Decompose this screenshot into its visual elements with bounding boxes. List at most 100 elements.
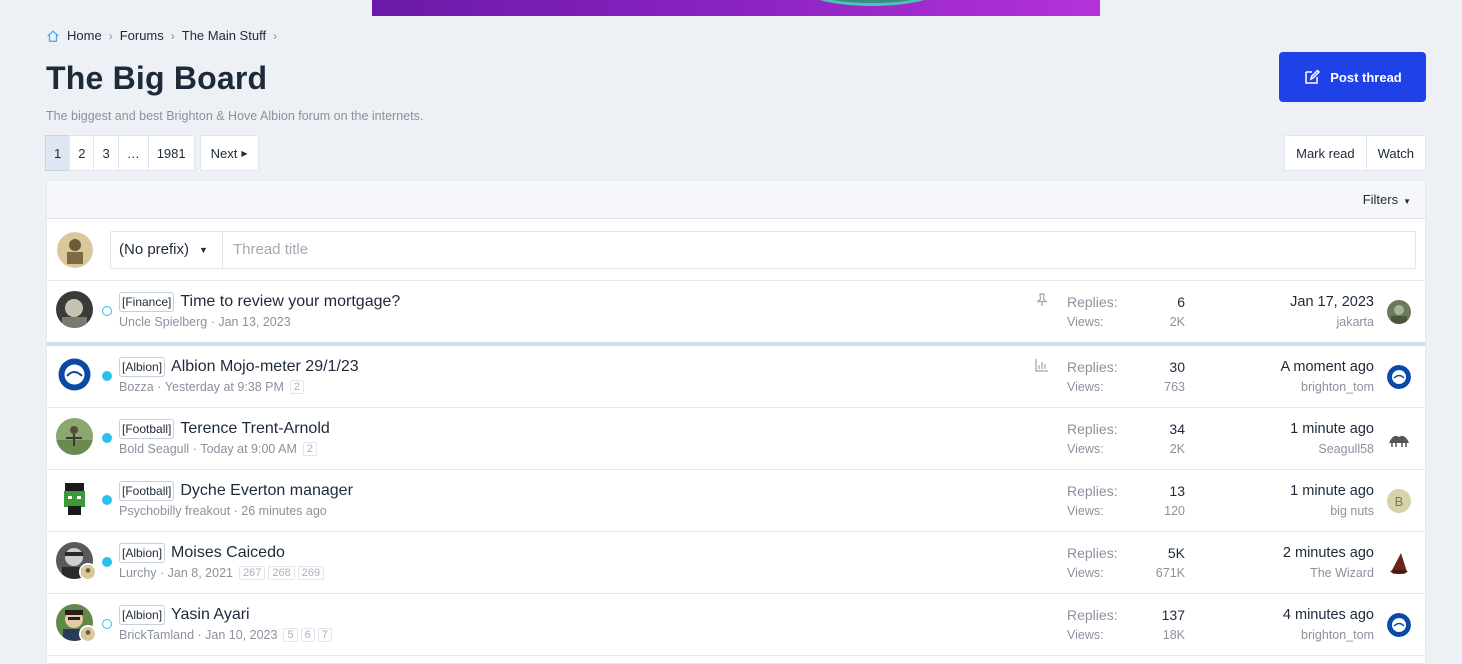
last-post-time[interactable]: 1 minute ago <box>1290 419 1374 439</box>
page-1[interactable]: 1 <box>45 135 71 171</box>
last-post: Jan 17, 2023 jakarta <box>1290 292 1374 332</box>
thread-row[interactable]: [Albion] Yasin Ayari BrickTamland · Jan … <box>47 594 1425 656</box>
thread-row[interactable]: [Finance] Time to review your mortgage? … <box>47 281 1425 346</box>
thread-title[interactable]: Dyche Everton manager <box>180 482 353 500</box>
unread-status-dot <box>102 557 112 567</box>
replies-label: Replies: <box>1067 483 1118 499</box>
read-status-dot <box>102 619 112 629</box>
last-post-user[interactable]: brighton_tom <box>1281 377 1374 397</box>
thread-title[interactable]: Time to review your mortgage? <box>180 293 400 311</box>
page-3[interactable]: 3 <box>93 135 119 171</box>
avatar <box>56 418 93 455</box>
last-post-time[interactable]: Jan 17, 2023 <box>1290 292 1374 312</box>
last-post: 2 minutes ago The Wizard <box>1283 543 1374 583</box>
last-post-user[interactable]: big nuts <box>1290 501 1374 521</box>
page-link[interactable]: 268 <box>268 566 295 580</box>
thread-date[interactable]: Jan 8, 2021 <box>168 566 233 580</box>
page-link[interactable]: 6 <box>300 628 315 642</box>
thread-date[interactable]: 26 minutes ago <box>241 504 326 518</box>
page-ellipsis[interactable]: … <box>117 135 149 171</box>
thread-author[interactable]: Bold Seagull <box>119 442 189 456</box>
chevron-right-icon: › <box>108 28 113 43</box>
page-link[interactable]: 267 <box>238 566 266 580</box>
views-label: Views: <box>1067 315 1104 329</box>
thread-prefix[interactable]: [Albion] <box>119 605 166 625</box>
last-post-time[interactable]: A moment ago <box>1281 357 1375 377</box>
watch-button[interactable]: Watch <box>1365 135 1426 171</box>
thread-prefix[interactable]: [Football] <box>119 419 175 439</box>
thread-prefix[interactable]: [Football] <box>119 481 175 501</box>
page-link[interactable]: 2 <box>289 380 305 394</box>
avatar <box>56 356 93 393</box>
mark-read-button[interactable]: Mark read <box>1284 135 1367 171</box>
replies-label: Replies: <box>1067 294 1118 310</box>
last-post-user[interactable]: jakarta <box>1290 312 1374 332</box>
thread-author[interactable]: Uncle Spielberg <box>119 315 207 329</box>
next-page-button[interactable]: Next ▶ <box>199 135 259 171</box>
page-description: The biggest and best Brighton & Hove Alb… <box>46 109 424 123</box>
avatar-initial: B <box>1394 493 1404 509</box>
avatar[interactable] <box>1387 551 1411 575</box>
avatar[interactable] <box>1387 427 1411 451</box>
post-thread-button[interactable]: Post thread <box>1279 52 1426 102</box>
thread-author[interactable]: Psychobilly freakout <box>119 504 230 518</box>
ad-banner[interactable] <box>372 0 1100 16</box>
avatar[interactable] <box>1387 300 1411 324</box>
edit-icon <box>1305 69 1321 84</box>
avatar[interactable]: B <box>1387 489 1411 513</box>
thread-author[interactable]: Lurchy <box>119 566 157 580</box>
page-link[interactable]: 5 <box>283 628 298 642</box>
thread-title[interactable]: Moises Caicedo <box>171 544 285 562</box>
thread-date[interactable]: Jan 13, 2023 <box>218 315 290 329</box>
filters-button[interactable]: Filters ▼ <box>1363 192 1411 207</box>
breadcrumb-home[interactable]: Home <box>46 28 102 43</box>
breadcrumb-main-stuff[interactable]: The Main Stuff <box>182 28 266 43</box>
thread-stats: Replies: 137 Views: 18K <box>1067 605 1185 645</box>
thread-row[interactable]: [Albion] Moises Caicedo Lurchy · Jan 8, … <box>47 532 1425 594</box>
last-post-time[interactable]: 1 minute ago <box>1290 481 1374 501</box>
last-post-user[interactable]: The Wizard <box>1283 563 1374 583</box>
last-post-time[interactable]: 4 minutes ago <box>1283 605 1374 625</box>
thread-pages: 267 268 269 <box>238 566 327 580</box>
replies-label: Replies: <box>1067 359 1118 375</box>
thread-date[interactable]: Jan 10, 2023 <box>205 628 277 642</box>
quick-thread-form: (No prefix) ▼ <box>47 219 1425 281</box>
thread-date[interactable]: Today at 9:00 AM <box>200 442 297 456</box>
page-link[interactable]: 7 <box>317 628 332 642</box>
thread-prefix[interactable]: [Albion] <box>119 357 166 377</box>
breadcrumb-forums[interactable]: Forums <box>120 28 164 43</box>
thread-row[interactable]: [Albion] Albion Mojo-meter 29/1/23 Bozza… <box>47 346 1425 408</box>
thread-stats: Replies: 5K Views: 671K <box>1067 543 1185 583</box>
views-label: Views: <box>1067 504 1104 518</box>
thread-prefix[interactable]: [Albion] <box>119 543 166 563</box>
last-post-user[interactable]: brighton_tom <box>1283 625 1374 645</box>
chevron-right-icon: › <box>170 28 175 43</box>
thread-list: Filters ▼ (No prefix) ▼ [Finance] Time to … <box>46 180 1426 664</box>
page-link[interactable]: 269 <box>297 566 325 580</box>
thread-row[interactable]: [Football] Terence Trent-Arnold Bold Sea… <box>47 408 1425 470</box>
thread-author[interactable]: BrickTamland <box>119 628 194 642</box>
thread-title[interactable]: Albion Mojo-meter 29/1/23 <box>171 358 359 376</box>
views-label: Views: <box>1067 628 1104 642</box>
avatar[interactable] <box>1387 613 1411 637</box>
page-last[interactable]: 1981 <box>147 135 195 171</box>
thread-title[interactable]: Yasin Ayari <box>171 606 250 624</box>
thread-row[interactable]: [Football] Dyche Everton manager Psychob… <box>47 470 1425 532</box>
thread-author[interactable]: Bozza <box>119 380 154 394</box>
replies-count: 6 <box>1177 294 1185 310</box>
prefix-select[interactable]: (No prefix) ▼ <box>110 230 222 269</box>
avatar[interactable] <box>1387 365 1411 389</box>
breadcrumb: Home › Forums › The Main Stuff › <box>46 28 284 43</box>
last-post: 1 minute ago Seagull58 <box>1290 419 1374 459</box>
last-post-time[interactable]: 2 minutes ago <box>1283 543 1374 563</box>
last-post-user[interactable]: Seagull58 <box>1290 439 1374 459</box>
unread-status-dot <box>102 371 112 381</box>
page-link[interactable]: 2 <box>302 442 318 456</box>
page-2[interactable]: 2 <box>69 135 95 171</box>
thread-title[interactable]: Terence Trent-Arnold <box>180 420 329 438</box>
replies-label: Replies: <box>1067 421 1118 437</box>
thread-prefix[interactable]: [Finance] <box>119 292 175 312</box>
thread-title-input[interactable] <box>222 230 1416 269</box>
avatar <box>57 231 93 268</box>
thread-date[interactable]: Yesterday at 9:38 PM <box>165 380 284 394</box>
